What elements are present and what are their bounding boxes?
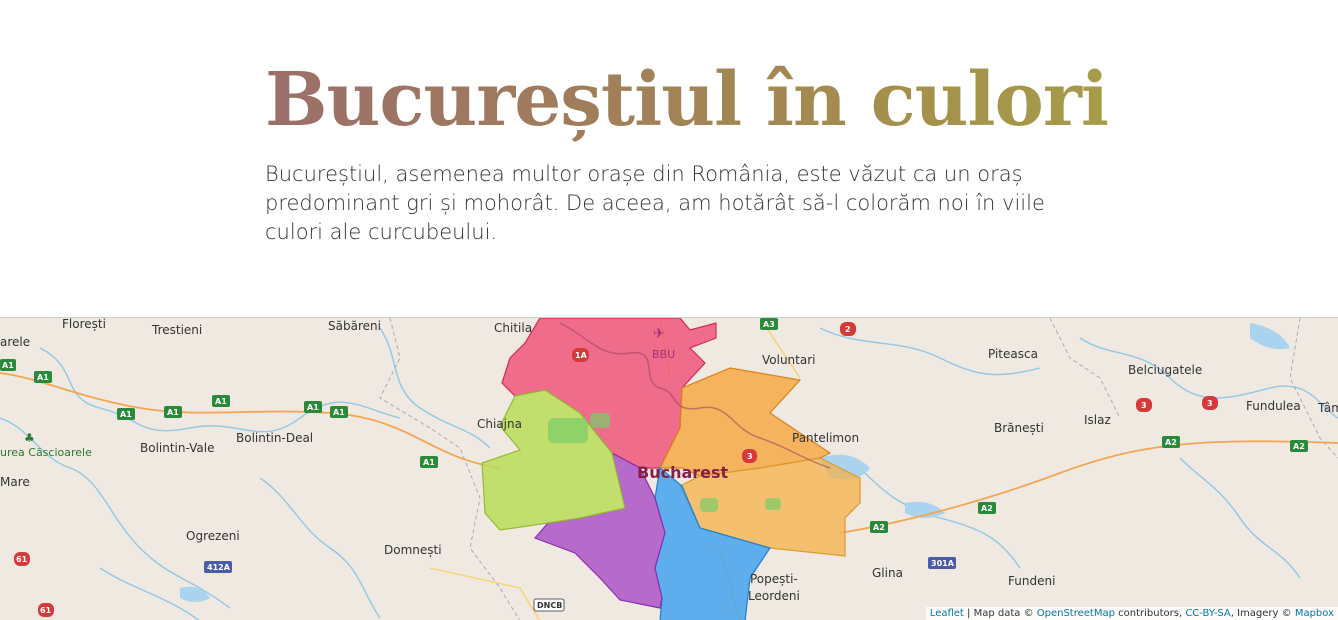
page-title: Bucureștiul în culori [265,52,1109,148]
header: Bucureștiul în culori Bucureștiul, aseme… [0,0,1338,317]
place-glina: Glina [872,566,903,580]
place-voluntari: Voluntari [762,353,816,367]
svg-text:A1: A1 [120,410,132,419]
svg-text:3: 3 [747,452,753,461]
svg-text:A1: A1 [307,403,319,412]
svg-text:A2: A2 [1293,442,1305,451]
place-piteasca: Piteasca [988,347,1038,361]
place-ogrezeni: Ogrezeni [186,529,240,543]
forest-label: urea Căscioarele [0,446,92,459]
shield-3: 3 [1202,396,1218,410]
mapbox-link[interactable]: Mapbox [1295,608,1334,619]
place-fundulea: Fundulea [1246,399,1301,413]
svg-text:A1: A1 [333,408,345,417]
attribution-imagery: , Imagery © [1230,608,1295,619]
shield-a1: A1 [420,456,438,468]
place-arele: arele [0,335,30,349]
shield-2: 2 [840,322,856,336]
place-domnesti: Domnești [384,543,442,557]
place-mare: Mare [0,475,30,489]
airport-icon: ✈ [653,326,665,342]
place-leordeni: Leordeni [748,589,800,603]
svg-text:A3: A3 [763,320,775,329]
license-link[interactable]: CC-BY-SA [1185,608,1230,619]
shield-a2: A2 [1162,436,1180,448]
svg-text:3: 3 [1207,399,1213,408]
airport-label: BBU [652,348,675,361]
shield-a1: A1 [117,408,135,420]
shield-a1: A1 [212,395,230,407]
place-islaz: Islaz [1084,413,1111,427]
svg-text:A1: A1 [167,408,179,417]
place-chiajna: Chiajna [477,417,522,431]
place-bolintin-deal: Bolintin-Deal [236,431,313,445]
osm-link[interactable]: OpenStreetMap [1037,608,1115,619]
place-sabareni: Săbăreni [328,319,381,333]
intro-paragraph: Bucureștiul, asemenea multor orașe din R… [265,162,1045,244]
shield-412a: 412A [204,561,232,573]
svg-text:61: 61 [16,555,28,564]
svg-text:A2: A2 [873,523,885,532]
shield-a2: A2 [978,502,996,514]
svg-text:A1: A1 [37,373,49,382]
place-bolintin-vale: Bolintin-Vale [140,441,214,455]
svg-text:DNCB: DNCB [537,601,562,610]
svg-text:A1: A1 [423,458,435,467]
shield-a2: A2 [1290,440,1308,452]
shield-61: 61 [14,552,30,566]
shield-a1: A1 [164,406,182,418]
place-floresti: Florești [62,318,106,331]
shield-3: 3 [742,449,757,463]
svg-text:1A: 1A [575,351,588,360]
leaflet-link[interactable]: Leaflet [930,608,964,619]
svg-text:412A: 412A [207,563,231,572]
shield-1a: 1A [572,348,589,362]
shield-61: 61 [38,603,54,617]
svg-text:A2: A2 [1165,438,1177,447]
svg-text:301A: 301A [931,559,955,568]
attribution-contributors: contributors, [1114,608,1186,619]
place-trestieni: Trestieni [151,323,202,337]
tree-icon: ♣ [24,431,35,445]
place-branesti: Brănești [994,421,1044,435]
shield-a2: A2 [870,521,888,533]
svg-text:3: 3 [1141,401,1147,410]
shield-301a: 301A [928,557,956,569]
place-tam: Tâm [1317,401,1338,415]
map-tiles[interactable]: ✈ BBU Bucharest Florești Trestieni Săbăr… [0,318,1338,620]
svg-text:61: 61 [40,606,52,615]
place-pantelimon: Pantelimon [792,431,859,445]
shield-a3: A3 [760,318,778,330]
shield-a1: A1 [304,401,322,413]
shield-a1: A1 [34,371,52,383]
place-fundeni: Fundeni [1008,574,1055,588]
shield-3: 3 [1136,398,1152,412]
city-label: Bucharest [637,463,729,482]
svg-text:2: 2 [845,325,851,334]
shield-dncb: DNCB [533,598,565,612]
map-attribution: Leaflet | Map data © OpenStreetMap contr… [925,607,1338,620]
shield-a1: A1 [330,406,348,418]
svg-text:A2: A2 [981,504,993,513]
attribution-sep: | Map data © [963,608,1037,619]
map-container[interactable]: ✈ BBU Bucharest Florești Trestieni Săbăr… [0,317,1338,620]
place-popesti: Popești- [750,572,798,586]
shield-a1: A1 [0,359,16,371]
place-belciugatele: Belciugatele [1128,363,1202,377]
svg-text:A1: A1 [215,397,227,406]
place-chitila: Chitila [494,321,532,335]
svg-text:A1: A1 [2,361,14,370]
